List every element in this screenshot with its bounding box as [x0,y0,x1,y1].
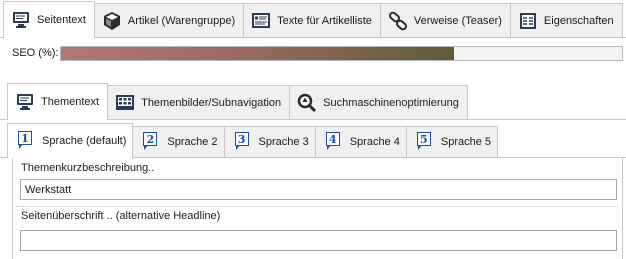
seo-progress-fill [61,47,454,60]
properties-icon [518,11,538,31]
tab-label: Sprache 5 [440,136,492,148]
main-tab-bar: Seitentext Artikel (Warengruppe) Texte f… [0,0,626,38]
tab-label: Sprache 2 [167,136,218,148]
headline-label: Seitenüberschrift .. (alternative Headli… [20,210,222,222]
language-number: 1 [18,131,32,145]
tab-language-2[interactable]: 2 Sprache 2 [132,126,225,157]
monitor-icon [15,92,35,112]
text-list-icon [251,11,271,31]
language-number: 3 [234,132,249,146]
headline-input[interactable] [20,230,617,251]
tab-themenbilder-subnavigation[interactable]: Themenbilder/Subnavigation [107,85,291,119]
panel-border-right [622,158,623,259]
language-number: 2 [143,132,158,146]
tab-suchmaschinenoptimierung[interactable]: Suchmaschinenoptimierung [289,85,468,119]
tab-label: Sprache 3 [258,136,309,148]
speech-bubble-icon: 4 [322,132,344,152]
tab-label: Thementext [41,96,100,108]
panel-border-left [12,158,13,259]
language-number: 5 [416,132,431,146]
tab-label: Texte für Artikelliste [277,14,372,27]
tab-language-4[interactable]: 4 Sprache 4 [314,126,407,157]
speech-bubble-icon: 2 [139,132,161,152]
tab-texte-artikelliste[interactable]: Texte für Artikelliste [243,3,381,37]
speech-bubble-icon: 5 [413,132,435,152]
tab-language-5[interactable]: 5 Sprache 5 [405,126,499,157]
speech-bubble-icon: 1 [14,131,36,151]
tab-thementext[interactable]: Thementext [7,83,109,120]
short-description-input[interactable] [20,179,617,200]
language-tab-bar: 1 Sprache (default) 2 Sprache 2 3 Sprach… [0,120,626,158]
tab-language-1[interactable]: 1 Sprache (default) [7,123,134,158]
tab-label: Seitentext [37,14,86,26]
tab-verweise-teaser[interactable]: Verweise (Teaser) [379,3,511,37]
tab-label: Suchmaschinenoptimierung [323,96,459,109]
monitor-icon [11,10,31,30]
seo-progress-bar [60,46,623,61]
tab-label: Artikel (Warengruppe) [127,14,236,27]
tab-language-3[interactable]: 3 Sprache 3 [223,126,316,157]
short-description-label: Themenkurzbeschreibung.. [20,162,156,174]
tab-label: Verweise (Teaser) [413,14,502,27]
tab-label: Sprache 4 [349,136,400,148]
tab-label: Eigenschaften [543,14,614,27]
group-divider [16,206,618,207]
tab-seitentext[interactable]: Seitentext [3,1,95,38]
link-icon [388,11,408,31]
magnifier-icon [297,93,317,113]
seo-label: SEO (%): [12,47,59,59]
seo-row: SEO (%): [0,44,626,64]
cube-icon [102,11,122,31]
language-number: 4 [325,132,340,146]
tab-artikel-warengruppe[interactable]: Artikel (Warengruppe) [93,3,245,37]
image-grid-icon [115,93,135,113]
tab-label: Themenbilder/Subnavigation [141,96,282,109]
speech-bubble-icon: 3 [231,132,253,152]
tab-eigenschaften[interactable]: Eigenschaften [509,3,623,37]
content-tab-bar: Thementext Themenbilder/Subnavigation Su… [0,82,626,120]
tab-label: Sprache (default) [42,135,127,147]
